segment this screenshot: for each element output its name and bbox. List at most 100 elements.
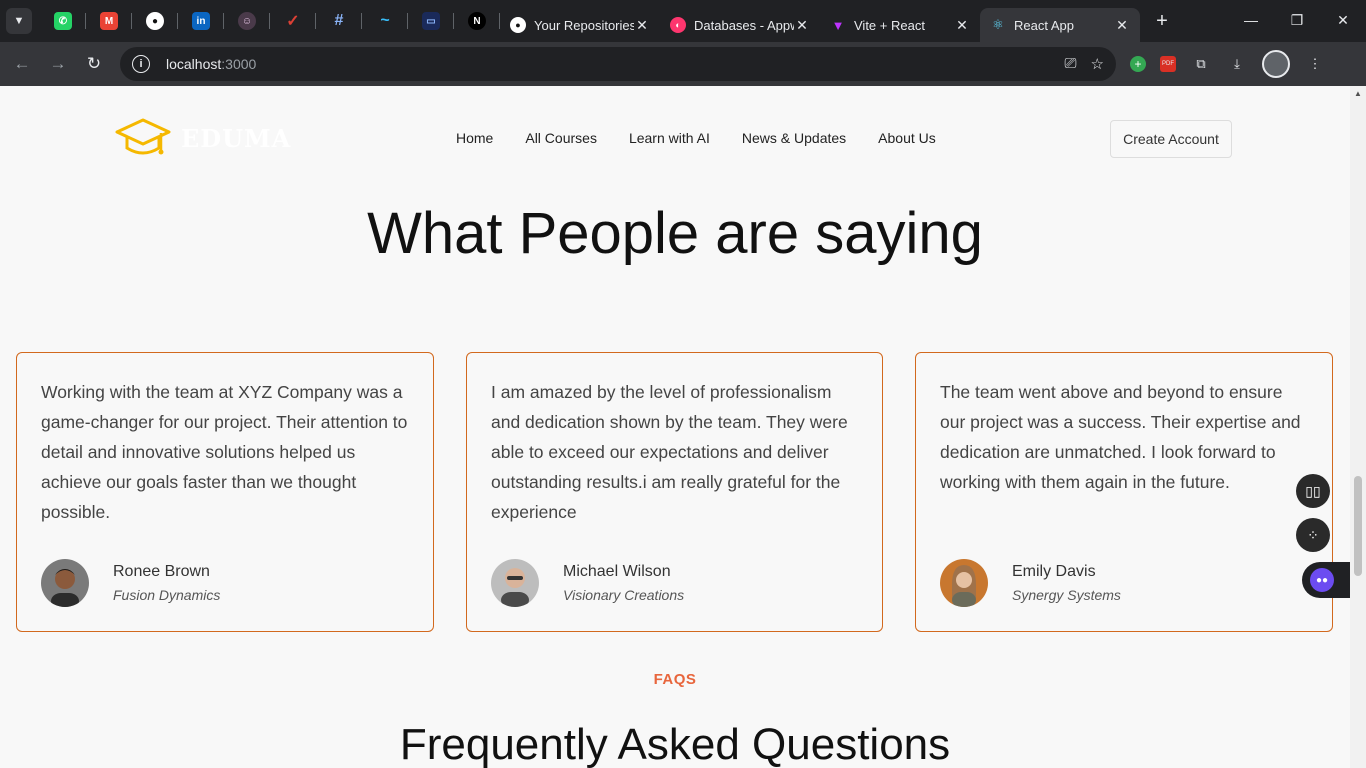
plus-icon: +	[1156, 9, 1168, 32]
linkedin-icon: in	[192, 12, 210, 30]
extensions-puzzle-icon[interactable]: ⧉	[1190, 53, 1212, 75]
graduation-cap-icon	[115, 118, 171, 155]
extensions-area: + PDF ⧉ ⤓ ⋮	[1130, 50, 1326, 78]
tab-databases-appwrite[interactable]: ◐ Databases - Appwrite ✕	[660, 8, 820, 42]
install-app-icon[interactable]: ⎚	[1065, 55, 1077, 73]
profile-avatar[interactable]	[1262, 50, 1290, 78]
pinned-tab[interactable]: ✆	[40, 0, 86, 42]
pinned-tab[interactable]: N	[454, 0, 500, 42]
url-host: localhost	[166, 56, 222, 72]
tab-react-app[interactable]: ⚛ React App ✕	[980, 8, 1140, 42]
pinned-tab[interactable]: M	[86, 0, 132, 42]
forward-button[interactable]: →	[40, 46, 76, 82]
close-icon[interactable]: ✕	[1114, 17, 1130, 34]
vite-icon: ▼	[831, 17, 845, 33]
pinned-tab[interactable]: #	[316, 0, 362, 42]
tab-your-repositories[interactable]: ● Your Repositories ✕	[500, 8, 660, 42]
scrollbar-thumb[interactable]	[1354, 476, 1362, 576]
tab-title: Databases - Appwrite	[694, 17, 794, 33]
close-icon[interactable]: ✕	[634, 17, 650, 34]
react-icon: ⚛	[992, 17, 1004, 32]
minimize-button[interactable]: —	[1228, 0, 1274, 40]
browser-toolbar: ← → ↻ i localhost:3000 ⎚ ☆ + PDF ⧉ ⤓ ⋮	[0, 42, 1366, 86]
faq-eyebrow: FAQS	[653, 671, 697, 688]
url-port: :3000	[221, 56, 257, 72]
new-tab-button[interactable]: +	[1148, 7, 1176, 35]
site-header: EDUMA Home All Courses Learn with AI New…	[0, 86, 1350, 190]
author-info: Ronee Brown Fusion Dynamics	[113, 563, 220, 603]
faq-title: Frequently Asked Questions	[399, 720, 951, 768]
close-icon[interactable]: ✕	[794, 17, 810, 34]
site-logo[interactable]: EDUMA	[115, 116, 291, 160]
main-menu: Home All Courses Learn with AI News & Up…	[456, 130, 936, 146]
testimonial-quote: The team went above and beyond to ensure…	[940, 382, 1301, 492]
author-name: Emily Davis	[1012, 563, 1096, 580]
nav-link-about-us[interactable]: About Us	[878, 130, 936, 146]
site-info-icon[interactable]: i	[132, 55, 150, 73]
pinned-tabs: ✆ M ● in ☺ ✓ # ~ ▭ N	[40, 0, 500, 42]
close-window-button[interactable]: ✕	[1320, 0, 1366, 40]
close-icon[interactable]: ✕	[954, 17, 970, 34]
address-bar[interactable]: i localhost:3000 ⎚ ☆	[120, 47, 1116, 81]
page-scrollbar[interactable]: ▲	[1350, 86, 1366, 768]
book-icon: ▯▯	[1305, 482, 1321, 499]
appwrite-icon: ◐	[670, 17, 686, 33]
tab-vite-react[interactable]: ▼ Vite + React ✕	[820, 8, 980, 42]
pinned-tab[interactable]: ☺	[224, 0, 270, 42]
nextjs-icon: N	[468, 12, 486, 30]
pdf-extension-icon[interactable]: PDF	[1160, 56, 1176, 72]
testimonial-author: Ronee Brown Fusion Dynamics	[41, 559, 220, 607]
avatar	[940, 559, 988, 607]
testimonial-quote: I am amazed by the level of professional…	[491, 382, 848, 522]
nav-link-learn-with-ai[interactable]: Learn with AI	[629, 130, 710, 146]
tab-title: Vite + React	[854, 17, 925, 33]
chatbot-launcher[interactable]: ●●	[1302, 562, 1350, 598]
author-name: Michael Wilson	[563, 563, 671, 580]
download-icon[interactable]: ⤓	[1226, 53, 1248, 75]
hashtag-icon: #	[334, 12, 344, 29]
author-name: Ronee Brown	[113, 563, 210, 580]
window-controls: — ❐ ✕	[1228, 0, 1366, 40]
avatar	[491, 559, 539, 607]
robot-icon: ●●	[1310, 568, 1334, 592]
chevron-down-icon: ▼	[13, 15, 25, 27]
pinned-tab[interactable]: ✓	[270, 0, 316, 42]
testimonial-author: Michael Wilson Visionary Creations	[491, 559, 684, 607]
book-widget-button[interactable]: ▯▯	[1296, 474, 1330, 508]
pinned-tab[interactable]: in	[178, 0, 224, 42]
pinned-tab[interactable]: ●	[132, 0, 178, 42]
author-company: Fusion Dynamics	[113, 587, 221, 603]
testimonial-author: Emily Davis Synergy Systems	[940, 559, 1121, 607]
app-icon: ▭	[422, 12, 440, 30]
web-page: EDUMA Home All Courses Learn with AI New…	[0, 86, 1350, 768]
back-button[interactable]: ←	[4, 46, 40, 82]
todoist-icon: ✓	[286, 13, 300, 30]
github-icon: ●	[146, 12, 164, 30]
url-text: localhost:3000	[166, 56, 256, 72]
testimonial-card: The team went above and beyond to ensure…	[915, 352, 1333, 632]
bookmark-star-icon[interactable]: ☆	[1091, 55, 1104, 73]
tab-title: React App	[1014, 17, 1074, 33]
author-company: Visionary Creations	[563, 587, 685, 603]
nav-link-home[interactable]: Home	[456, 130, 493, 146]
scroll-up-icon[interactable]: ▲	[1350, 86, 1366, 102]
apps-widget-button[interactable]: ⁘	[1296, 518, 1330, 552]
nav-link-news-updates[interactable]: News & Updates	[742, 130, 846, 146]
create-account-button[interactable]: Create Account	[1110, 120, 1232, 158]
pinned-tab[interactable]: ▭	[408, 0, 454, 42]
author-company: Synergy Systems	[1012, 587, 1121, 603]
add-extension-icon[interactable]: +	[1130, 56, 1146, 72]
pinned-tab[interactable]: ~	[362, 0, 408, 42]
more-menu-icon[interactable]: ⋮	[1304, 53, 1326, 75]
tab-search-button[interactable]: ▼	[6, 8, 32, 34]
restore-button[interactable]: ❐	[1274, 0, 1320, 40]
reload-icon: ↻	[86, 54, 102, 73]
section-title: What People are saying	[367, 201, 983, 266]
reload-button[interactable]: ↻	[76, 46, 112, 82]
nav-link-all-courses[interactable]: All Courses	[525, 130, 597, 146]
arrow-right-icon: →	[49, 54, 67, 73]
arrow-left-icon: ←	[13, 54, 31, 73]
tailwind-icon: ~	[380, 12, 390, 29]
logo-text: EDUMA	[181, 123, 292, 153]
avatar	[41, 559, 89, 607]
